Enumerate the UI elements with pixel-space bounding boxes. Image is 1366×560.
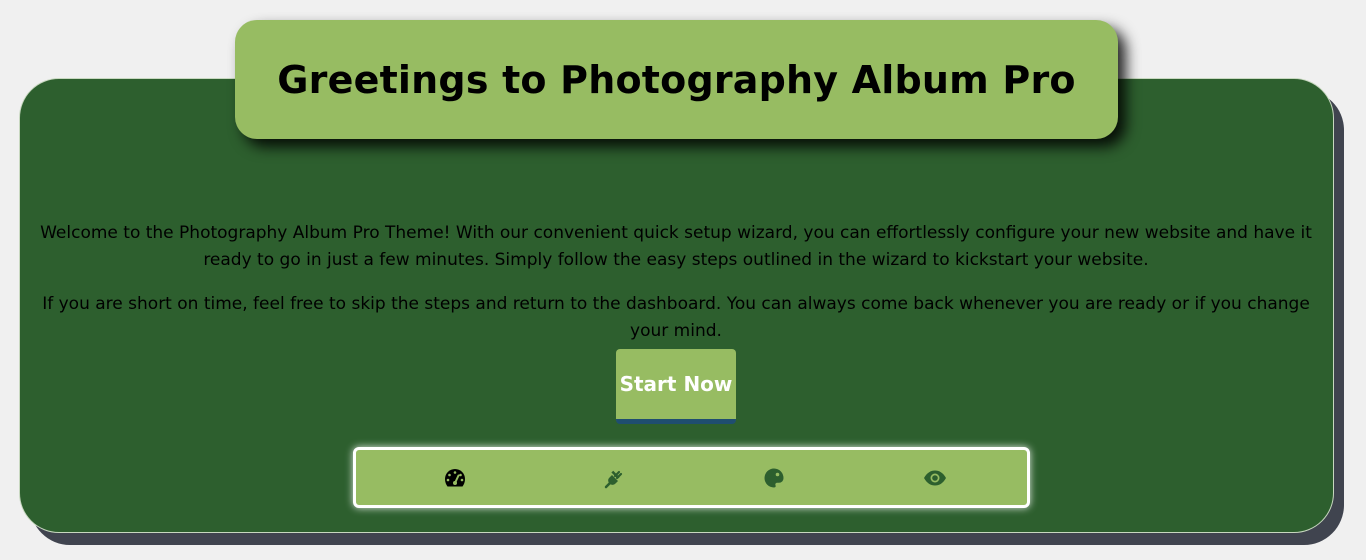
palette-icon [764, 468, 784, 488]
eye-icon [924, 470, 946, 486]
wizard-steps-bar [353, 447, 1030, 508]
welcome-content: Welcome to the Photography Album Pro The… [30, 220, 1322, 362]
title-banner: Greetings to Photography Album Pro [235, 20, 1118, 139]
intro-paragraph: Welcome to the Photography Album Pro The… [40, 223, 1312, 270]
skip-paragraph: If you are short on time, feel free to s… [42, 294, 1310, 341]
dashboard-gauge-icon [445, 469, 465, 487]
start-now-button[interactable]: Start Now [616, 349, 736, 424]
plugin-plug-icon [604, 470, 623, 489]
step-appearance[interactable] [761, 466, 787, 490]
page-title: Greetings to Photography Album Pro [277, 57, 1076, 102]
step-dashboard[interactable] [442, 466, 468, 490]
setup-wizard-page: Greetings to Photography Album Pro Welco… [0, 0, 1366, 560]
step-plugins[interactable] [602, 466, 628, 490]
step-preview[interactable] [922, 466, 948, 490]
